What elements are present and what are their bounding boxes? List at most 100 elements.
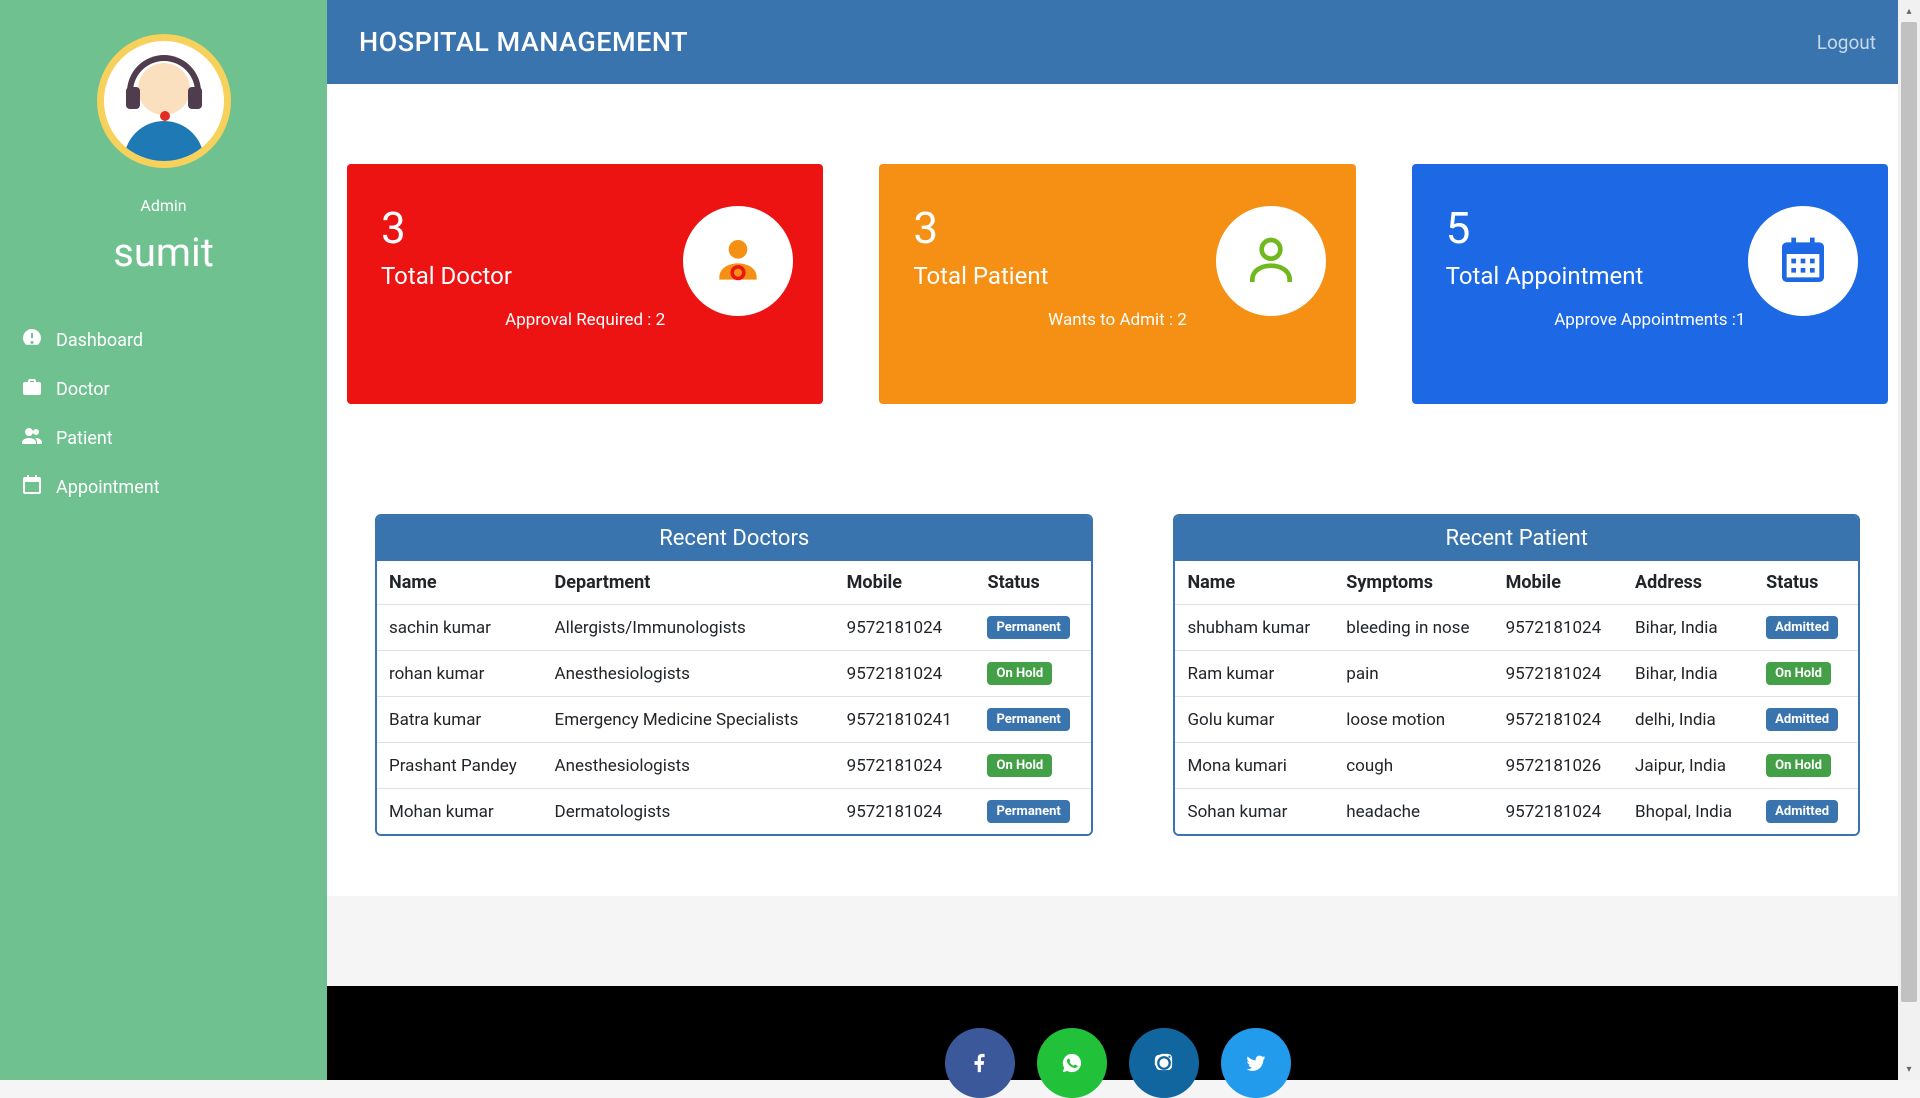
cell: 9572181024 [1494,697,1623,743]
cell: On Hold [975,651,1091,697]
status-badge: Admitted [1766,708,1838,731]
stat-card-total-doctor[interactable]: 3Total DoctorApproval Required : 2 [347,164,823,404]
calendar-icon [20,473,44,502]
col-header: Status [1754,561,1858,605]
user-role: Admin [0,196,327,215]
table-row: Mohan kumarDermatologists9572181024Perma… [377,789,1091,835]
cell: Permanent [975,697,1091,743]
sidebar-item-patient[interactable]: Patient [0,414,327,463]
cell: shubham kumar [1175,605,1334,651]
users-icon [20,424,44,453]
sidebar: Admin sumit Dashboard DoctorPatient Appoin… [0,0,327,1080]
cell: Emergency Medicine Specialists [543,697,835,743]
scrollbar[interactable]: ▴ ▾ [1898,0,1920,1080]
cell: Admitted [1754,605,1858,651]
stat-cards: 3Total DoctorApproval Required : 23Total… [347,164,1888,404]
col-header: Mobile [1494,561,1623,605]
whatsapp-icon[interactable] [1037,1028,1107,1098]
cell: 9572181026 [1494,743,1623,789]
table-row: Batra kumarEmergency Medicine Specialist… [377,697,1091,743]
instagram-icon[interactable] [1129,1028,1199,1098]
sidebar-item-appointment[interactable]: Appointment [0,463,327,512]
nav: Dashboard DoctorPatient Appointment [0,316,327,512]
status-badge: On Hold [1766,754,1831,777]
avatar [0,0,327,168]
table-row: sachin kumarAllergists/Immunologists9572… [377,605,1091,651]
nav-label: Appointment [56,477,160,498]
person-icon [1216,206,1326,316]
cell: On Hold [1754,743,1858,789]
cell: Mona kumari [1175,743,1334,789]
footer [327,986,1908,1080]
cell: Dermatologists [543,789,835,835]
cell: Permanent [975,789,1091,835]
status-badge: Permanent [987,616,1069,639]
scroll-down-icon[interactable]: ▾ [1898,1058,1920,1080]
cell: Bihar, India [1623,651,1754,697]
cell: Mohan kumar [377,789,543,835]
cell: On Hold [1754,651,1858,697]
table-row: Mona kumaricough9572181026Jaipur, India O… [1175,743,1858,789]
cell: Anesthesiologists [543,651,835,697]
stat-card-total-appointment[interactable]: 5Total AppointmentApprove Appointments :… [1412,164,1888,404]
cell: pain [1334,651,1493,697]
doctors-table: NameDepartmentMobileStatussachin kumarAl… [377,561,1091,834]
table-row: rohan kumarAnesthesiologists9572181024On… [377,651,1091,697]
cell: sachin kumar [377,605,543,651]
col-header: Department [543,561,835,605]
status-badge: On Hold [1766,662,1831,685]
cell: 9572181024 [835,743,976,789]
status-badge: Admitted [1766,616,1838,639]
cell: 9572181024 [1494,605,1623,651]
status-badge: On Hold [987,662,1052,685]
calendar-icon [1748,206,1858,316]
cell: Golu kumar [1175,697,1334,743]
recent-doctors-panel: Recent Doctors NameDepartmentMobileStatu… [375,514,1093,836]
cell: headache [1334,789,1493,835]
cell: Permanent [975,605,1091,651]
cell: Sohan kumar [1175,789,1334,835]
table-row: Sohan kumarheadache9572181024Bhopal, Ind… [1175,789,1858,835]
content: 3Total DoctorApproval Required : 23Total… [327,84,1908,896]
cell: Bihar, India [1623,605,1754,651]
sidebar-item-dashboard[interactable]: Dashboard [0,316,327,365]
scrollbar-thumb[interactable] [1901,22,1917,1002]
cell: Jaipur, India [1623,743,1754,789]
status-badge: Admitted [1766,800,1838,823]
cell: Ram kumar [1175,651,1334,697]
cell: Anesthesiologists [543,743,835,789]
doctor-icon [683,206,793,316]
briefcase-icon [20,375,44,404]
page-title: HOSPITAL MANAGEMENT [359,26,688,58]
logout-link[interactable]: Logout [1817,31,1876,54]
cell: 9572181024 [1494,789,1623,835]
cell: 95721810241 [835,697,976,743]
recent-patients-panel: Recent Patient NameSymptomsMobileAddress… [1173,514,1860,836]
panel-title: Recent Patient [1175,516,1858,561]
cell: 9572181024 [1494,651,1623,697]
facebook-icon[interactable] [945,1028,1015,1098]
table-row: Ram kumarpain9572181024Bihar, India On Ho… [1175,651,1858,697]
scroll-up-icon[interactable]: ▴ [1898,0,1920,22]
cell: Admitted [1754,789,1858,835]
table-row: Golu kumarloose motion9572181024delhi, I… [1175,697,1858,743]
table-row: shubham kumarbleeding in nose9572181024B… [1175,605,1858,651]
cell: Prashant Pandey [377,743,543,789]
patients-table: NameSymptomsMobileAddressStatusshubham k… [1175,561,1858,834]
cell: cough [1334,743,1493,789]
gauge-icon [20,326,44,355]
cell: 9572181024 [835,651,976,697]
cell: Batra kumar [377,697,543,743]
panel-title: Recent Doctors [377,516,1091,561]
user-name: sumit [0,229,327,276]
topbar: HOSPITAL MANAGEMENT Logout [327,0,1908,84]
stat-card-total-patient[interactable]: 3Total PatientWants to Admit : 2 [879,164,1355,404]
col-header: Name [1175,561,1334,605]
cell: Bhopal, India [1623,789,1754,835]
cell: Admitted [1754,697,1858,743]
sidebar-item-doctor[interactable]: Doctor [0,365,327,414]
nav-label: Dashboard [56,330,143,351]
cell: Allergists/Immunologists [543,605,835,651]
cell: delhi, India [1623,697,1754,743]
twitter-icon[interactable] [1221,1028,1291,1098]
